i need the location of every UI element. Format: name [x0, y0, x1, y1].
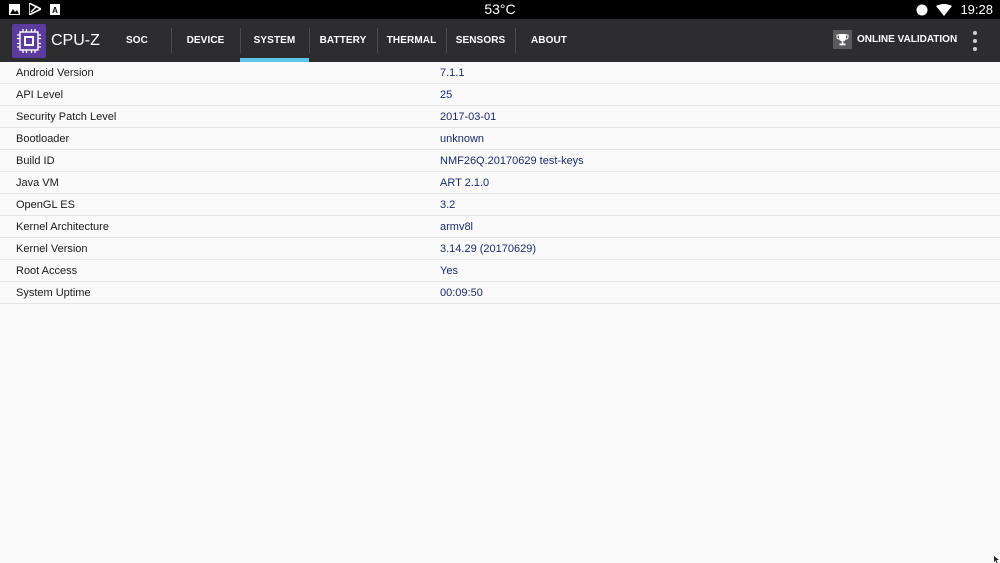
- info-key: Android Version: [16, 67, 94, 79]
- tab-sensors[interactable]: SENSORS: [446, 19, 515, 62]
- info-value: 3.2: [440, 199, 456, 211]
- list-item: Java VM ART 2.1.0: [0, 172, 1000, 194]
- tab-label: SENSORS: [455, 35, 506, 46]
- info-key: Java VM: [16, 177, 59, 189]
- info-key: OpenGL ES: [16, 199, 75, 211]
- list-item: System Uptime 00:09:50: [0, 282, 1000, 304]
- info-value: 00:09:50: [440, 287, 483, 299]
- online-validation-button[interactable]: ONLINE VALIDATION: [833, 30, 957, 49]
- info-value: unknown: [440, 133, 485, 145]
- list-item: Build ID NMF26Q.20170629 test-keys: [0, 150, 1000, 172]
- info-key: Bootloader: [16, 133, 70, 145]
- tab-label: THERMAL: [386, 35, 437, 46]
- info-key: Kernel Version: [16, 243, 88, 255]
- tab-device[interactable]: DEVICE: [171, 19, 240, 62]
- wifi-icon: [936, 3, 953, 16]
- info-value: 3.14.29 (20170629): [440, 243, 537, 255]
- overflow-menu-icon[interactable]: [970, 31, 980, 51]
- online-validation-label: ONLINE VALIDATION: [857, 34, 958, 45]
- list-item: Security Patch Level 2017-03-01: [0, 106, 1000, 128]
- clock: 19:28: [960, 2, 993, 17]
- info-key: Root Access: [16, 265, 78, 277]
- tab-thermal[interactable]: THERMAL: [377, 19, 446, 62]
- system-status: 19:28: [916, 2, 993, 17]
- cpu-z-logo: [12, 24, 46, 58]
- info-value: armv8l: [440, 221, 474, 233]
- info-value: NMF26Q.20170629 test-keys: [440, 155, 584, 167]
- list-item: Kernel Architecture armv8l: [0, 216, 1000, 238]
- status-bar: A 53°C 19:28: [0, 0, 1000, 19]
- tab-system[interactable]: SYSTEM: [240, 19, 309, 62]
- tab-label: DEVICE: [186, 35, 225, 46]
- tab-soc[interactable]: SOC: [103, 19, 171, 62]
- info-value: 2017-03-01: [440, 111, 497, 123]
- tab-battery[interactable]: BATTERY: [309, 19, 377, 62]
- info-key: Kernel Architecture: [16, 221, 109, 233]
- tab-bar: SOC DEVICE SYSTEM BATTERY THERMAL SENSOR…: [103, 19, 583, 62]
- trophy-icon: [833, 30, 852, 49]
- list-item: OpenGL ES 3.2: [0, 194, 1000, 216]
- info-value: 7.1.1: [440, 67, 465, 79]
- record-icon: [916, 4, 928, 15]
- app-bar: CPU-Z SOC DEVICE SYSTEM BATTERY THERMAL …: [0, 19, 1000, 62]
- tab-label: SOC: [126, 35, 148, 46]
- info-value: ART 2.1.0: [440, 177, 490, 189]
- tab-label: BATTERY: [319, 35, 367, 46]
- info-key: API Level: [16, 89, 64, 101]
- tab-label: ABOUT: [530, 35, 568, 46]
- info-key: Build ID: [16, 155, 55, 167]
- mouse-cursor-icon: [994, 556, 999, 563]
- system-info-list: Android Version 7.1.1 API Level 25 Secur…: [0, 62, 1000, 304]
- info-key: Security Patch Level: [16, 111, 117, 123]
- tab-label: SYSTEM: [253, 35, 296, 46]
- list-item: Root Access Yes: [0, 260, 1000, 282]
- temperature-readout: 53°C: [484, 1, 516, 17]
- info-value: Yes: [440, 265, 458, 277]
- info-key: System Uptime: [16, 287, 91, 299]
- app-title: CPU-Z: [51, 32, 100, 49]
- tab-about[interactable]: ABOUT: [515, 19, 583, 62]
- list-item: Kernel Version 3.14.29 (20170629): [0, 238, 1000, 260]
- list-item: Bootloader unknown: [0, 128, 1000, 150]
- list-item: API Level 25: [0, 84, 1000, 106]
- chip-icon: [17, 29, 41, 53]
- list-item: Android Version 7.1.1: [0, 62, 1000, 84]
- info-value: 25: [440, 89, 453, 101]
